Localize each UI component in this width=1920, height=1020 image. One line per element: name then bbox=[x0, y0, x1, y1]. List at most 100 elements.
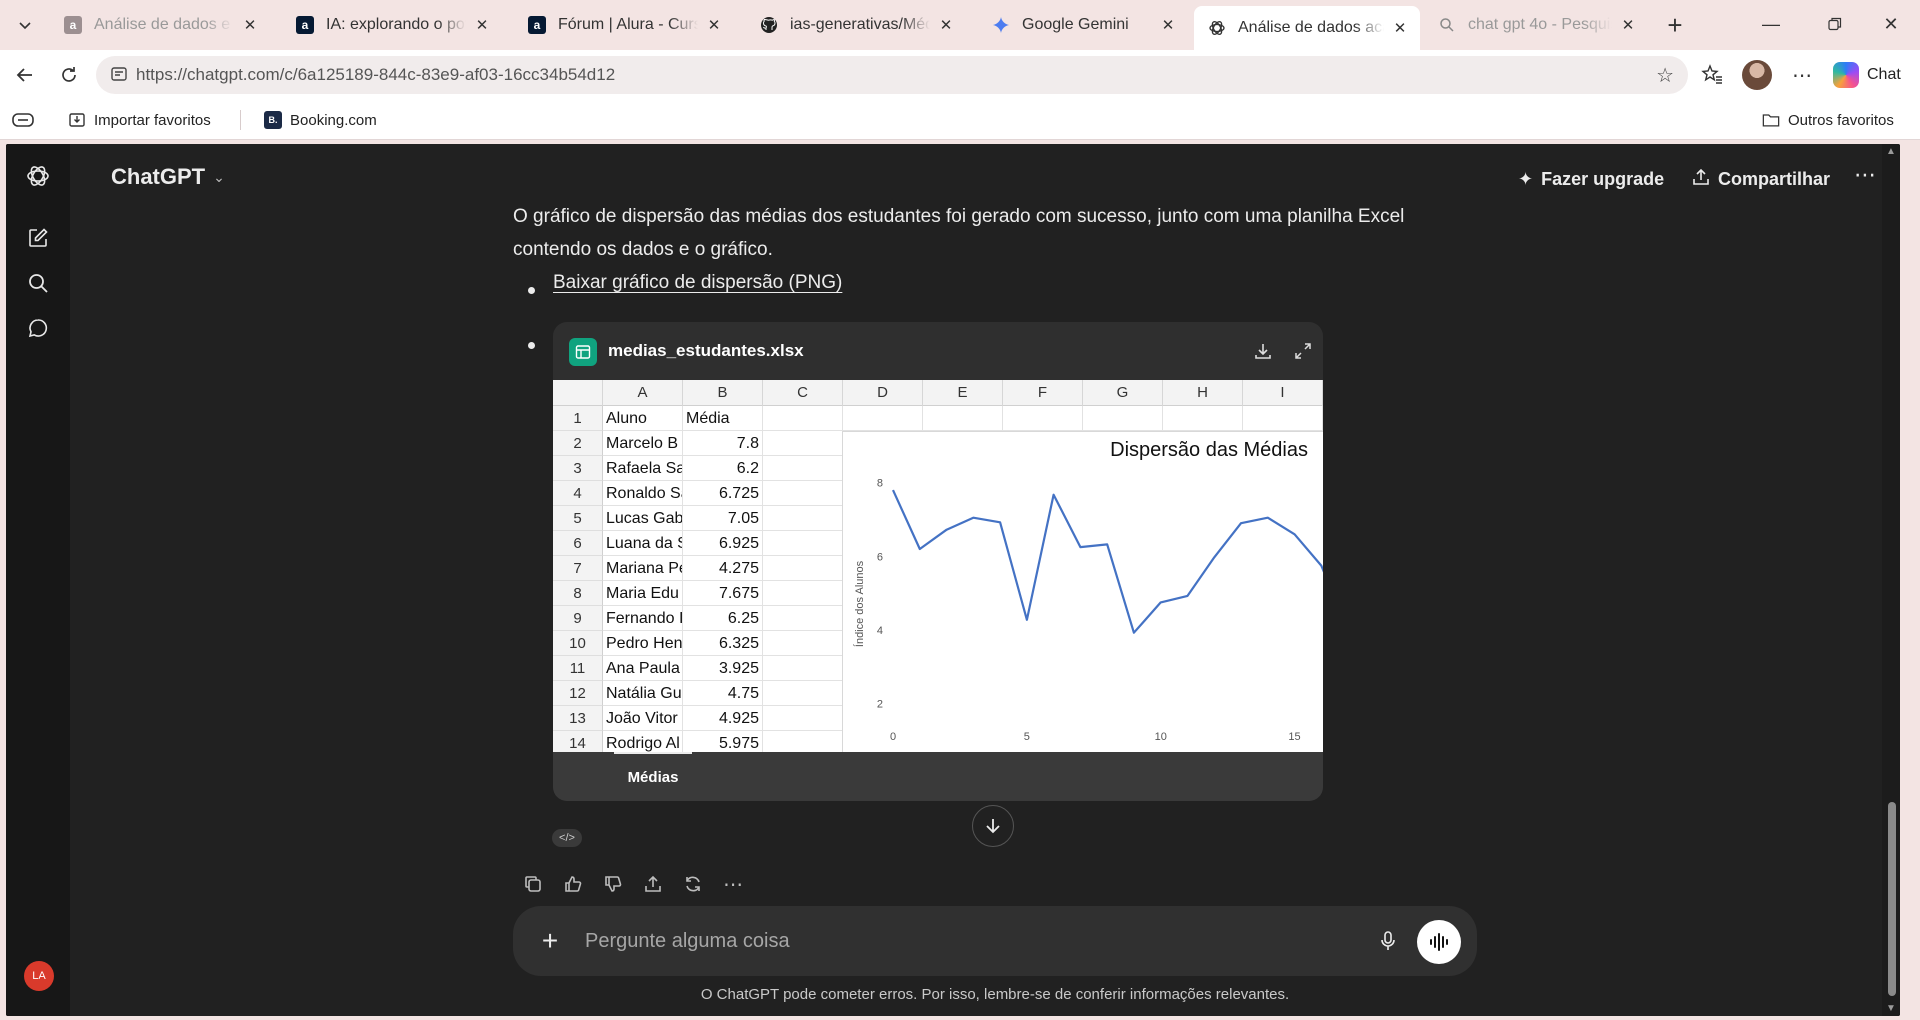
cell-student-name[interactable]: Rodrigo Al bbox=[603, 731, 683, 752]
row-header[interactable]: 14 bbox=[553, 731, 603, 752]
close-tab-icon[interactable]: ✕ bbox=[240, 15, 260, 35]
new-chat-icon[interactable] bbox=[24, 224, 52, 252]
expand-icon[interactable] bbox=[1290, 338, 1316, 364]
browser-tab[interactable]: Análise de dados acadê ✕ bbox=[1194, 6, 1420, 50]
bookmark-booking[interactable]: B. Booking.com bbox=[264, 109, 377, 131]
column-header[interactable]: G bbox=[1083, 380, 1163, 406]
chat-bubble-icon[interactable] bbox=[24, 314, 52, 342]
user-avatar[interactable]: LA bbox=[24, 961, 54, 991]
share-response-icon[interactable] bbox=[633, 869, 673, 899]
scroll-up-arrow[interactable]: ▲ bbox=[1886, 146, 1896, 157]
microphone-icon[interactable] bbox=[1373, 926, 1403, 956]
cell-empty[interactable] bbox=[1243, 406, 1323, 431]
thumbs-up-icon[interactable] bbox=[553, 869, 593, 899]
cell-average[interactable]: 6.725 bbox=[683, 481, 763, 506]
more-options-icon[interactable]: ⋯ bbox=[1854, 162, 1877, 188]
close-tab-icon[interactable]: ✕ bbox=[472, 15, 492, 35]
cell-empty[interactable] bbox=[763, 556, 843, 581]
row-header[interactable]: 5 bbox=[553, 506, 603, 531]
row-header[interactable]: 3 bbox=[553, 456, 603, 481]
favorite-star-icon[interactable]: ☆ bbox=[1656, 63, 1674, 88]
cell-empty[interactable] bbox=[763, 481, 843, 506]
cell-student-name[interactable]: Lucas Gabi bbox=[603, 506, 683, 531]
close-tab-icon[interactable]: ✕ bbox=[704, 15, 724, 35]
address-bar[interactable]: https://chatgpt.com/c/6a125189-844c-83e9… bbox=[96, 56, 1688, 94]
row-header[interactable]: 9 bbox=[553, 606, 603, 631]
cell-empty[interactable] bbox=[1163, 406, 1243, 431]
row-header[interactable]: 4 bbox=[553, 481, 603, 506]
row-header[interactable]: 8 bbox=[553, 581, 603, 606]
cell-average[interactable]: 6.25 bbox=[683, 606, 763, 631]
cell-empty[interactable] bbox=[763, 431, 843, 456]
cell-average[interactable]: 7.675 bbox=[683, 581, 763, 606]
browser-tab[interactable]: chat gpt 4o - Pesquisar ✕ bbox=[1424, 6, 1648, 44]
cell-empty[interactable] bbox=[763, 656, 843, 681]
column-header[interactable]: E bbox=[923, 380, 1003, 406]
close-tab-icon[interactable]: ✕ bbox=[1158, 15, 1178, 35]
cell-empty[interactable] bbox=[763, 706, 843, 731]
cell-student-name[interactable]: Luana da S bbox=[603, 531, 683, 556]
cell-empty[interactable] bbox=[1083, 406, 1163, 431]
column-header[interactable]: H bbox=[1163, 380, 1243, 406]
browser-tab[interactable]: Google Gemini ✕ bbox=[978, 6, 1188, 44]
page-scrollbar[interactable]: ▲ ▼ bbox=[1882, 144, 1900, 1016]
regenerate-icon[interactable] bbox=[673, 869, 713, 899]
bookmark-import[interactable]: Importar favoritos bbox=[68, 109, 211, 131]
cell-average[interactable]: 4.275 bbox=[683, 556, 763, 581]
cell-average[interactable]: 4.925 bbox=[683, 706, 763, 731]
favorites-icon[interactable] bbox=[1698, 61, 1726, 89]
cell-empty[interactable] bbox=[763, 606, 843, 631]
sheet-tab-medias[interactable]: Médias bbox=[614, 752, 692, 801]
other-bookmarks-button[interactable]: Outros favoritos bbox=[1762, 109, 1894, 131]
browser-tab[interactable]: a IA: explorando o potenc ✕ bbox=[282, 6, 502, 44]
model-selector[interactable]: ChatGPT ⌄ bbox=[111, 164, 225, 190]
download-icon[interactable] bbox=[1250, 338, 1276, 364]
upgrade-button[interactable]: ✦ Fazer upgrade bbox=[1518, 164, 1664, 194]
url-text[interactable]: https://chatgpt.com/c/6a125189-844c-83e9… bbox=[136, 56, 615, 94]
close-tab-icon[interactable]: ✕ bbox=[936, 15, 956, 35]
tab-actions-menu-button[interactable] bbox=[8, 10, 42, 40]
column-header[interactable]: A bbox=[603, 380, 683, 406]
cell-empty[interactable] bbox=[923, 406, 1003, 431]
cell-student-name[interactable]: Fernando I bbox=[603, 606, 683, 631]
cell-empty[interactable] bbox=[763, 406, 843, 431]
browser-tab[interactable]: a Análise de dados e IA - ✕ bbox=[50, 6, 270, 44]
reading-list-button[interactable] bbox=[12, 109, 34, 131]
scroll-down-arrow[interactable]: ▼ bbox=[1886, 1003, 1896, 1014]
close-tab-icon[interactable]: ✕ bbox=[1390, 18, 1410, 38]
site-info-icon[interactable] bbox=[110, 65, 128, 83]
column-header[interactable]: B bbox=[683, 380, 763, 406]
more-actions-icon[interactable]: ⋯ bbox=[713, 869, 753, 899]
cell-student-name[interactable]: Rafaela Sa bbox=[603, 456, 683, 481]
row-header[interactable]: 2 bbox=[553, 431, 603, 456]
select-all-corner[interactable] bbox=[553, 380, 603, 406]
cell-empty[interactable] bbox=[763, 731, 843, 752]
cell-empty[interactable] bbox=[763, 681, 843, 706]
openai-logo-icon[interactable] bbox=[24, 162, 52, 190]
cell-average[interactable]: 3.925 bbox=[683, 656, 763, 681]
row-header[interactable]: 6 bbox=[553, 531, 603, 556]
column-header[interactable]: I bbox=[1243, 380, 1323, 406]
back-button[interactable] bbox=[9, 59, 41, 91]
cell-empty[interactable] bbox=[763, 631, 843, 656]
close-tab-icon[interactable]: ✕ bbox=[1618, 15, 1638, 35]
row-header[interactable]: 13 bbox=[553, 706, 603, 731]
prompt-input[interactable]: Pergunte alguma coisa bbox=[585, 906, 790, 976]
browser-tab[interactable]: a Fórum | Alura - Cursos c ✕ bbox=[514, 6, 734, 44]
cell-average[interactable]: 4.75 bbox=[683, 681, 763, 706]
cell-average[interactable]: 6.325 bbox=[683, 631, 763, 656]
scrollbar-thumb[interactable] bbox=[1888, 802, 1896, 996]
copilot-chat-button[interactable]: Chat bbox=[1833, 58, 1901, 92]
settings-more-icon[interactable]: ⋯ bbox=[1788, 61, 1816, 89]
cell-student-name[interactable]: Pedro Hen bbox=[603, 631, 683, 656]
cell-student-name[interactable]: Maria Edu bbox=[603, 581, 683, 606]
cell-average[interactable]: 7.05 bbox=[683, 506, 763, 531]
cell-student-name[interactable]: Mariana Pe bbox=[603, 556, 683, 581]
copy-icon[interactable] bbox=[513, 869, 553, 899]
close-window-button[interactable]: ✕ bbox=[1868, 8, 1914, 40]
cell-empty[interactable] bbox=[763, 531, 843, 556]
thumbs-down-icon[interactable] bbox=[593, 869, 633, 899]
restore-button[interactable] bbox=[1812, 8, 1858, 40]
code-view-button[interactable]: </> bbox=[552, 829, 582, 847]
column-header[interactable]: D bbox=[843, 380, 923, 406]
